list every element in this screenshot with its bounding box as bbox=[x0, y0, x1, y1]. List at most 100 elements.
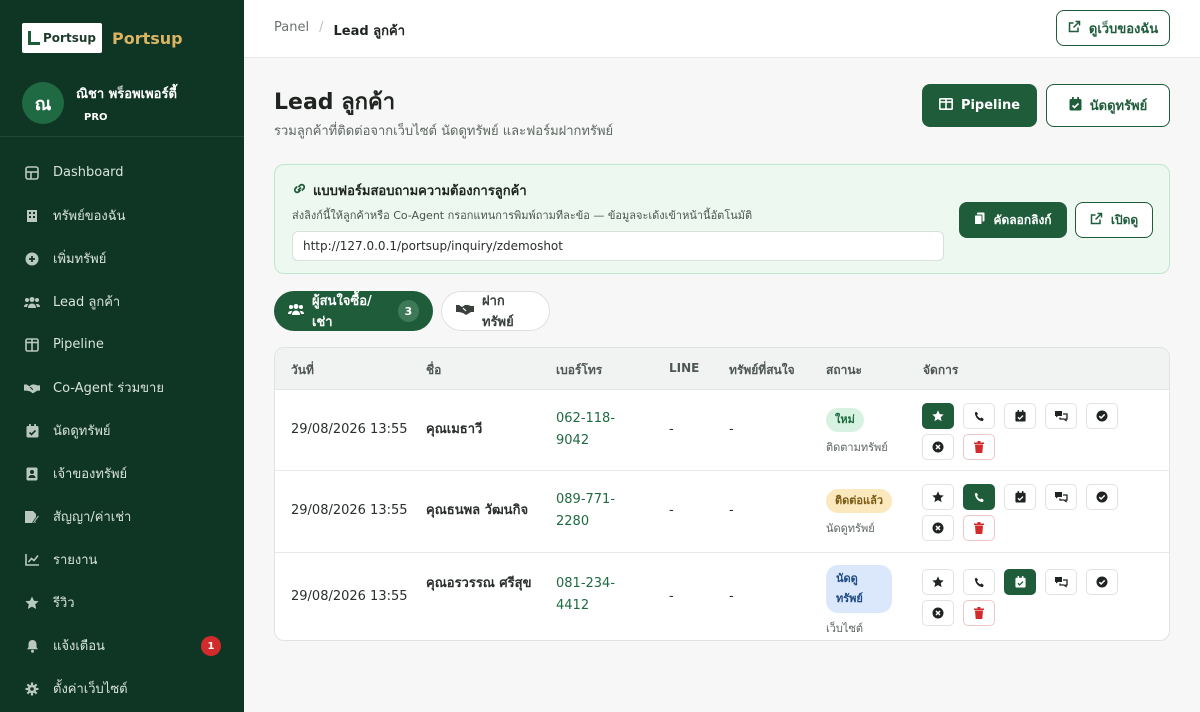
mark-done-button[interactable] bbox=[1086, 403, 1119, 429]
logo-mark-icon bbox=[28, 31, 41, 45]
inquiry-form-title-text: แบบฟอร์มสอบถามความต้องการลูกค้า bbox=[313, 184, 527, 199]
gear-icon bbox=[24, 681, 40, 697]
column-header-name: ชื่อ bbox=[426, 363, 442, 377]
delete-button[interactable] bbox=[963, 515, 996, 541]
open-form-button[interactable]: เปิดดู bbox=[1075, 202, 1153, 238]
plan-badge: PRO bbox=[84, 112, 108, 123]
lead-source: เว็บไซต์ bbox=[826, 622, 864, 635]
breadcrumb: Panel / Lead ลูกค้า bbox=[274, 20, 405, 41]
appointment-button-label: นัดดูทรัพย์ bbox=[1089, 99, 1148, 114]
row-actions bbox=[922, 569, 1142, 631]
table-row: 29/08/2026 13:55 คุณธนพล วัฒนกิจ 089-771… bbox=[275, 471, 1169, 553]
plus-circle-icon bbox=[24, 251, 40, 267]
star-button[interactable] bbox=[922, 403, 954, 429]
sidebar-item-appointments[interactable]: นัดดูทรัพย์ bbox=[0, 409, 244, 452]
delete-button[interactable] bbox=[963, 434, 996, 460]
call-button[interactable] bbox=[963, 403, 996, 429]
copy-link-label: คัดลอกลิงก์ bbox=[993, 212, 1052, 227]
mark-lost-button[interactable] bbox=[922, 434, 954, 460]
tab-buyers[interactable]: ผู้สนใจซื้อ/เช่า 3 bbox=[274, 291, 433, 331]
lead-name[interactable]: คุณเมธาวี bbox=[426, 419, 546, 441]
lead-status: ติดต่อแล้ว นัดดูทรัพย์ bbox=[826, 489, 893, 537]
sidebar-item-label: แจ้งเตือน bbox=[53, 639, 105, 654]
users-icon bbox=[288, 303, 304, 319]
sidebar-item-reviews[interactable]: รีวิว bbox=[0, 581, 244, 624]
lead-phone[interactable]: 062-118-9042 bbox=[556, 408, 636, 452]
sidebar-item-dashboard[interactable]: Dashboard bbox=[0, 151, 244, 194]
star-button[interactable] bbox=[922, 484, 954, 510]
tab-buyers-count: 3 bbox=[397, 300, 419, 322]
sidebar-item-owners[interactable]: เจ้าของทรัพย์ bbox=[0, 452, 244, 495]
handshake-icon bbox=[456, 303, 474, 319]
sidebar: Portsup Portsup ณ ณิชา พร็อพเพอร์ตี้ PRO… bbox=[0, 0, 244, 712]
lead-phone[interactable]: 081-234-4412 bbox=[556, 573, 636, 617]
status-badge: ใหม่ bbox=[826, 408, 864, 432]
schedule-button[interactable] bbox=[1004, 403, 1037, 429]
appointment-button[interactable]: นัดดูทรัพย์ bbox=[1046, 84, 1170, 127]
inquiry-form-title: แบบฟอร์มสอบถามความต้องการลูกค้า bbox=[292, 180, 527, 201]
page-subtitle: รวมลูกค้าที่ติดต่อจากเว็บไซต์ นัดดูทรัพย… bbox=[274, 124, 614, 139]
chart-line-icon bbox=[24, 552, 40, 568]
sidebar-item-my-properties[interactable]: ทรัพย์ของฉัน bbox=[0, 194, 244, 237]
chat-button[interactable] bbox=[1045, 569, 1078, 595]
inquiry-url-field[interactable] bbox=[292, 231, 944, 261]
inquiry-form-description: ส่งลิงก์นี้ให้ลูกค้าหรือ Co-Agent กรอกแท… bbox=[292, 209, 753, 222]
sidebar-item-reports[interactable]: รายงาน bbox=[0, 538, 244, 581]
lead-source: นัดดูทรัพย์ bbox=[826, 522, 875, 535]
sidebar-item-contracts[interactable]: สัญญา/ค่าเช่า bbox=[0, 495, 244, 538]
schedule-button[interactable] bbox=[1004, 484, 1037, 510]
copy-link-button[interactable]: คัดลอกลิงก์ bbox=[959, 202, 1067, 238]
lead-property: - bbox=[729, 589, 734, 604]
call-button[interactable] bbox=[963, 569, 996, 595]
users-icon bbox=[24, 294, 40, 310]
tab-listings[interactable]: ฝากทรัพย์ bbox=[441, 291, 550, 331]
lead-name[interactable]: คุณธนพล วัฒนกิจ bbox=[426, 500, 546, 522]
sidebar-item-label: เพิ่มทรัพย์ bbox=[53, 252, 107, 267]
sidebar-item-leads[interactable]: Lead ลูกค้า bbox=[0, 280, 244, 323]
column-header-status: สถานะ bbox=[826, 363, 862, 377]
user-profile[interactable]: ณ ณิชา พร็อพเพอร์ตี้ PRO bbox=[0, 54, 244, 136]
brand-name: Portsup bbox=[112, 28, 183, 48]
contract-icon bbox=[24, 509, 40, 525]
calendar-check-icon bbox=[24, 423, 40, 439]
view-my-site-button[interactable]: ดูเว็บของฉัน bbox=[1056, 10, 1170, 46]
id-card-icon bbox=[24, 466, 40, 482]
sidebar-item-co-agent[interactable]: Co-Agent ร่วมขาย bbox=[0, 366, 244, 409]
brand[interactable]: Portsup Portsup bbox=[0, 0, 244, 54]
bell-icon bbox=[24, 638, 40, 654]
chat-button[interactable] bbox=[1045, 403, 1078, 429]
columns-icon bbox=[938, 97, 953, 114]
mark-done-button[interactable] bbox=[1086, 569, 1119, 595]
column-header-phone: เบอร์โทร bbox=[556, 363, 603, 377]
columns-icon bbox=[24, 337, 40, 353]
breadcrumb-current: Lead ลูกค้า bbox=[333, 24, 406, 39]
lead-name[interactable]: คุณอรวรรณ ศรีสุข bbox=[426, 573, 546, 595]
column-header-property: ทรัพย์ที่สนใจ bbox=[729, 363, 795, 377]
sidebar-item-site-settings[interactable]: ตั้งค่าเว็บไซต์ bbox=[0, 667, 244, 710]
sidebar-item-label: Pipeline bbox=[53, 337, 104, 352]
sidebar-item-notifications[interactable]: แจ้งเตือน 1 bbox=[0, 624, 244, 667]
sidebar-item-label: รายงาน bbox=[53, 553, 98, 568]
breadcrumb-panel[interactable]: Panel bbox=[274, 20, 309, 41]
lead-line: - bbox=[669, 503, 674, 518]
breadcrumb-separator: / bbox=[319, 20, 324, 35]
star-button[interactable] bbox=[922, 569, 954, 595]
call-button[interactable] bbox=[963, 484, 996, 510]
mark-lost-button[interactable] bbox=[922, 515, 954, 541]
lead-phone[interactable]: 089-771-2280 bbox=[556, 489, 636, 533]
chat-button[interactable] bbox=[1045, 484, 1078, 510]
sidebar-item-label: Lead ลูกค้า bbox=[53, 295, 121, 310]
handshake-icon bbox=[24, 380, 40, 396]
delete-button[interactable] bbox=[963, 600, 996, 626]
copy-icon bbox=[974, 212, 985, 228]
mark-lost-button[interactable] bbox=[922, 600, 954, 626]
sidebar-item-add-property[interactable]: เพิ่มทรัพย์ bbox=[0, 237, 244, 280]
sidebar-item-label: รีวิว bbox=[53, 596, 75, 611]
schedule-button[interactable] bbox=[1004, 569, 1037, 595]
mark-done-button[interactable] bbox=[1086, 484, 1119, 510]
dashboard-icon bbox=[24, 165, 40, 181]
lead-date: 29/08/2026 13:55 bbox=[291, 422, 408, 437]
sidebar-item-label: สัญญา/ค่าเช่า bbox=[53, 510, 132, 525]
sidebar-item-pipeline[interactable]: Pipeline bbox=[0, 323, 244, 366]
pipeline-button[interactable]: Pipeline bbox=[922, 84, 1037, 127]
